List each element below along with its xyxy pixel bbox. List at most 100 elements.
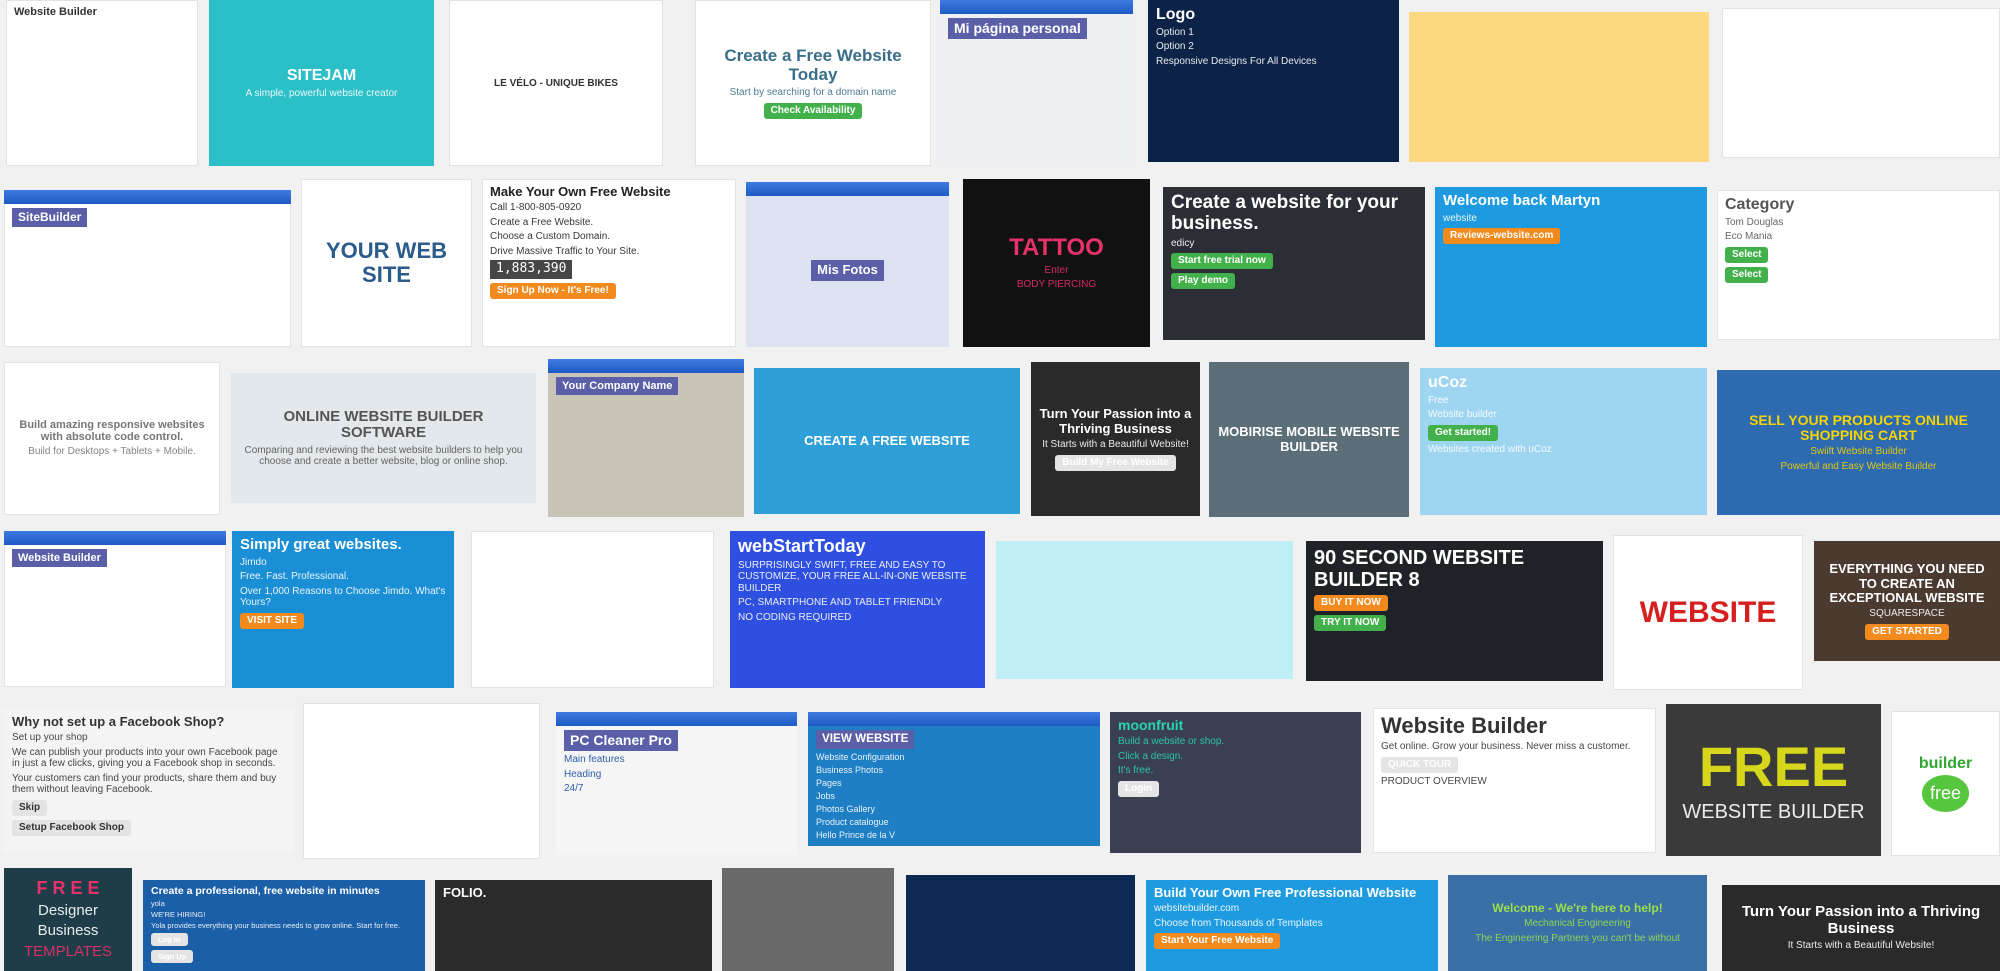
result-text: Hello Prince de la V bbox=[816, 829, 896, 840]
image-result-app-window[interactable]: Your Company Name bbox=[548, 359, 744, 517]
image-result-app-window[interactable]: Website Builder bbox=[4, 531, 226, 687]
image-result-landing-page[interactable]: Turn Your Passion into a Thriving Busine… bbox=[1722, 885, 2000, 971]
image-result-illustration[interactable]: WEBSITE bbox=[1613, 535, 1803, 690]
image-result-photo[interactable] bbox=[1722, 8, 2000, 158]
result-text: Photos Gallery bbox=[816, 803, 876, 814]
result-title: MOBIRISE MOBILE WEBSITE BUILDER bbox=[1218, 424, 1400, 454]
result-title: Website Builder bbox=[12, 549, 107, 568]
image-result-landing-page[interactable]: Website Builder Get online. Grow your bus… bbox=[1373, 708, 1656, 853]
result-text: It Starts with a Beautiful Website! bbox=[1042, 439, 1189, 451]
image-result-landing-page[interactable]: Create a website for your business. edicy… bbox=[1163, 187, 1425, 340]
image-result-landing-page[interactable]: uCoz Free Website builder Get started! Websi… bbox=[1420, 368, 1707, 515]
result-title: Welcome back Martyn bbox=[1443, 192, 1601, 209]
image-result-landing-page[interactable]: Create a Free Website Today Start by sear… bbox=[695, 0, 931, 166]
result-button-text[interactable]: Skip bbox=[12, 799, 48, 816]
image-result-template-gallery[interactable]: Category Tom Douglas Eco Mania Select Select bbox=[1717, 190, 2000, 340]
image-result-landing-page[interactable]: 90 SECOND WEBSITE BUILDER 8 BUY IT NOW TRY… bbox=[1306, 541, 1603, 681]
result-button-text[interactable]: VISIT SITE bbox=[240, 612, 305, 629]
image-result-illustration[interactable] bbox=[996, 541, 1293, 679]
result-button-text[interactable]: Sign Up Now - It's Free! bbox=[490, 283, 616, 300]
result-text: SQUARESPACE bbox=[1869, 608, 1945, 620]
result-text: We can publish your products into your o… bbox=[12, 746, 278, 770]
result-text: Designer bbox=[37, 902, 99, 920]
result-button-text[interactable]: Play demo bbox=[1171, 273, 1236, 290]
result-text: Comparing and reviewing the best website… bbox=[244, 444, 523, 468]
result-text: Jobs bbox=[816, 790, 836, 801]
image-result-template-gallery[interactable] bbox=[471, 531, 714, 688]
image-result-landing-page[interactable]: SITEJAM A simple, powerful website creato… bbox=[209, 0, 434, 166]
result-button-text[interactable]: Start free trial now bbox=[1171, 253, 1273, 270]
image-result-landing-page[interactable]: Make Your Own Free Website Call 1-800-805… bbox=[482, 179, 736, 347]
result-title: Turn Your Passion into a Thriving Busine… bbox=[1039, 406, 1192, 436]
result-text: Swiift Website Builder bbox=[1810, 446, 1907, 458]
result-button-text[interactable]: Log In bbox=[151, 933, 188, 947]
result-button-text[interactable]: BUY IT NOW bbox=[1314, 595, 1388, 611]
window-titlebar bbox=[4, 190, 291, 204]
image-result-product-box[interactable]: builder free bbox=[1891, 711, 2000, 856]
result-button-text[interactable]: Select bbox=[1725, 266, 1769, 283]
result-button-text[interactable]: Login bbox=[1118, 780, 1160, 797]
image-result-devices[interactable]: LE VÉLO - UNIQUE BIKES bbox=[449, 0, 663, 166]
result-button-text[interactable]: GET STARTED bbox=[1865, 623, 1949, 640]
result-text: Tom Douglas bbox=[1725, 216, 1784, 228]
result-title: VIEW WEBSITE bbox=[816, 730, 915, 749]
image-result-photo[interactable]: TATTOO Enter BODY PIERCING bbox=[963, 179, 1150, 347]
image-result-devices[interactable]: Logo Option 1 Option 2 Responsive Designs F… bbox=[1148, 0, 1399, 162]
image-result-landing-page[interactable]: EVERYTHING YOU NEED TO CREATE AN EXCEPTI… bbox=[1814, 541, 2000, 661]
image-result-devices[interactable]: Build amazing responsive websites with a… bbox=[4, 362, 220, 515]
result-button-text[interactable]: Check Availability bbox=[763, 102, 863, 119]
window-titlebar bbox=[940, 0, 1133, 14]
result-button-text[interactable]: Build My Free Website bbox=[1055, 454, 1176, 471]
result-text: Free bbox=[1428, 394, 1449, 406]
image-result-illustration[interactable]: webStartToday SURPRISINGLY SWIFT, FREE AN… bbox=[730, 531, 985, 688]
result-button-text[interactable]: QUICK TOUR bbox=[1381, 756, 1459, 773]
image-result-banner[interactable]: F R E E Designer Business TEMPLATES bbox=[4, 868, 132, 971]
image-result-photo[interactable] bbox=[906, 875, 1135, 971]
result-button-text[interactable]: Start Your Free Website bbox=[1154, 933, 1281, 950]
image-result-banner[interactable]: FREE WEBSITE BUILDER bbox=[1666, 704, 1881, 856]
image-result-landing-page[interactable]: Build Your Own Free Professional Website… bbox=[1146, 880, 1438, 971]
image-result-landing-page[interactable]: moonfruit Build a website or shop. Click a… bbox=[1110, 712, 1361, 853]
result-text: Drive Massive Traffic to Your Site. bbox=[490, 245, 640, 257]
image-result-browser-window[interactable]: Mi página personal bbox=[940, 0, 1133, 166]
result-text: Build a website or shop. bbox=[1118, 736, 1225, 748]
result-title: Website Builder bbox=[1381, 713, 1547, 738]
image-result-landing-page[interactable]: Welcome back Martyn website Reviews-websit… bbox=[1435, 187, 1707, 347]
window-titlebar bbox=[556, 712, 797, 726]
image-result-photo[interactable] bbox=[722, 868, 894, 971]
image-result-landing-page[interactable]: SELL YOUR PRODUCTS ONLINE SHOPPING CART S… bbox=[1717, 370, 2000, 515]
image-result-landing-page[interactable]: Simply great websites. Jimdo Free. Fast. P… bbox=[232, 531, 454, 688]
result-text: It Starts with a Beautiful Website! bbox=[1787, 940, 1935, 952]
image-result-devices[interactable]: Welcome - We're here to help! Mechanical … bbox=[1448, 875, 1707, 971]
image-result-illustration[interactable]: ONLINE WEBSITE BUILDER SOFTWARE Comparing… bbox=[231, 373, 536, 503]
image-result-app-window[interactable]: Mis Fotos bbox=[746, 182, 949, 347]
image-result-editor[interactable]: FOLIO. bbox=[435, 880, 712, 971]
image-result-dialog[interactable]: Why not set up a Facebook Shop? Set up yo… bbox=[4, 709, 293, 852]
result-button-text[interactable]: Reviews-website.com bbox=[1443, 228, 1561, 244]
image-result-illustration[interactable]: YOUR WEB SITE bbox=[301, 179, 472, 347]
result-text: PRODUCT OVERVIEW bbox=[1381, 775, 1487, 787]
result-text: Product catalogue bbox=[816, 816, 889, 827]
result-text: 24/7 bbox=[564, 783, 584, 795]
result-title: CREATE A FREE WEBSITE bbox=[804, 432, 970, 448]
result-button-text[interactable]: Get started! bbox=[1428, 424, 1499, 441]
image-result-app-window[interactable]: VIEW WEBSITE Website Configuration Busines… bbox=[808, 712, 1100, 846]
result-button-text[interactable]: Select bbox=[1725, 246, 1769, 263]
result-text: Option 2 bbox=[1156, 41, 1194, 53]
image-result-landing-page[interactable]: MOBIRISE MOBILE WEBSITE BUILDER bbox=[1209, 362, 1409, 517]
image-result-devices[interactable] bbox=[303, 703, 540, 859]
image-result-template-gallery[interactable]: Website Builder bbox=[6, 0, 198, 166]
image-result-landing-page[interactable]: Turn Your Passion into a Thriving Busine… bbox=[1031, 362, 1200, 516]
result-button-text[interactable]: TRY IT NOW bbox=[1314, 615, 1387, 631]
result-title: builder bbox=[1918, 754, 1973, 772]
result-button-text[interactable]: Setup Facebook Shop bbox=[12, 819, 132, 836]
image-result-editor[interactable]: CREATE A FREE WEBSITE bbox=[754, 368, 1020, 514]
result-button-text[interactable]: Sign Up bbox=[151, 949, 194, 963]
result-text: Over 1,000 Reasons to Choose Jimdo. What… bbox=[240, 585, 446, 609]
image-result-landing-page[interactable]: Create a professional, free website in m… bbox=[143, 880, 425, 971]
image-result-app-window[interactable]: SiteBuilder bbox=[4, 190, 291, 347]
image-result-app-window[interactable]: PC Cleaner Pro Main features Heading 24/7 bbox=[556, 712, 797, 855]
result-title: Mis Fotos bbox=[811, 260, 884, 281]
result-title: TATTOO bbox=[1009, 234, 1104, 262]
image-result-illustration[interactable] bbox=[1409, 12, 1709, 162]
